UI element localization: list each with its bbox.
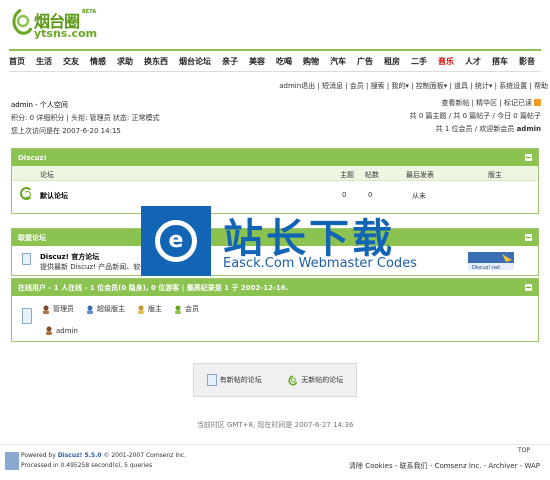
group-legend: 管理员 超级版主 版主 会员 <box>42 304 199 314</box>
nav-item[interactable]: 亲子 <box>222 56 238 67</box>
category-title: Discuz! <box>18 153 47 162</box>
rss-icon[interactable] <box>534 99 541 106</box>
logo-english: ytsns.com <box>34 27 98 40</box>
user-info: admin - 个人空间 积分: 0 详细积分 | 头衔: 管理员 状态: 正常… <box>11 99 311 138</box>
col-moderator: 版主 <box>488 171 502 179</box>
user-credits: 积分: 0 详细积分 | 头衔: 管理员 状态: 正常模式 <box>11 114 160 122</box>
online-title: 在线用户 - 1 人在线 - 1 位会员(0 隐身), 0 位游客 | 最高纪录… <box>18 283 289 292</box>
forum-icon-legend: 有新帖的论坛 无新帖的论坛 <box>193 363 357 397</box>
forum-status-icon <box>20 187 33 200</box>
post-stats: 共 0 篇主题 / 共 0 篇帖子 / 今日 0 篇帖子 <box>409 112 541 120</box>
col-forum: 论坛 <box>40 171 54 179</box>
new-member-link[interactable]: admin <box>517 125 541 133</box>
online-header[interactable]: 在线用户 - 1 人在线 - 1 位会员(0 隐身), 0 位游客 | 最高纪录… <box>12 279 538 296</box>
forum-name-link[interactable]: 默认论坛 <box>40 191 68 201</box>
partner-forum-link[interactable]: Discuz! 官方论坛 <box>40 252 99 262</box>
nav-item[interactable]: 美容 <box>249 56 265 67</box>
main-nav: 首页 生活 交友 情感 求助 换东西 烟台论坛 亲子 美容 吃喝 购物 汽车 广告 租房 二手 音乐 人才 搭车影… <box>9 49 541 72</box>
legend-member: 会员 <box>185 305 199 313</box>
footer-links[interactable]: 清除 Cookies - 联系我们 - Comsenz Inc. - Archi… <box>349 461 540 471</box>
nav-item[interactable]: 人才 <box>465 56 481 67</box>
online-username[interactable]: admin <box>56 327 78 335</box>
site-logo[interactable]: 烟台圈 BETA ytsns.com <box>8 6 108 40</box>
collapse-icon[interactable] <box>525 154 532 161</box>
col-last-post: 最后发表 <box>406 171 434 179</box>
discuz-link[interactable]: Discuz! 5.5.0 <box>58 452 102 459</box>
member-stats: 共 1 位会员 / 欢迎新会员 admin <box>435 125 541 133</box>
nav-item[interactable]: 租房 <box>384 56 400 67</box>
forum-last-post: 从未 <box>412 192 426 200</box>
no-new-posts-icon <box>288 374 298 385</box>
table-header: 论坛 主题 帖数 最后发表 版主 <box>12 166 538 181</box>
forum-topics: 0 <box>342 191 347 199</box>
document-icon <box>22 253 31 265</box>
super-mod-user-icon <box>87 305 93 314</box>
page-footer: Powered by Discuz! 5.5.0 © 2001-2007 Com… <box>0 444 550 480</box>
nav-item[interactable]: 二手 <box>411 56 427 67</box>
nav-item[interactable]: 音乐 <box>438 56 454 67</box>
admin-user-icon <box>46 326 52 335</box>
nav-item[interactable]: 首页 <box>9 56 25 67</box>
back-to-top[interactable]: TOP <box>518 447 530 454</box>
admin-user-icon <box>43 305 49 314</box>
legend-super-mod: 超级版主 <box>97 305 125 313</box>
nav-item[interactable]: 交友 <box>63 56 79 67</box>
svg-text:Discuz!.net: Discuz!.net <box>472 265 500 270</box>
processed-info: Processed in 0.495258 second(s), 5 queri… <box>21 462 153 469</box>
logo-beta: BETA <box>82 9 97 15</box>
col-topics: 主题 <box>340 171 354 179</box>
category-header[interactable]: Discuz! <box>12 149 538 166</box>
quick-links[interactable]: 查看新帖 | 精华区 | 标记已读 <box>410 97 541 110</box>
legend-mod: 版主 <box>148 305 162 313</box>
online-users: 在线用户 - 1 人在线 - 1 位会员(0 隐身), 0 位游客 | 最高纪录… <box>11 278 539 342</box>
watermark-logo-icon: e <box>141 206 211 276</box>
col-posts: 帖数 <box>365 171 379 179</box>
nav-item[interactable]: 广告 <box>357 56 373 67</box>
legend-new: 有新帖的论坛 <box>219 376 262 384</box>
discuz-badge-icon[interactable] <box>5 452 19 470</box>
nav-item[interactable]: 情感 <box>90 56 106 67</box>
nav-item[interactable]: 搭车 <box>492 56 508 67</box>
discuz-net-banner[interactable]: Discuz!.net <box>468 252 514 270</box>
new-posts-icon <box>206 374 217 386</box>
partner-forum-desc: 提供最新 Discuz! 产品新闻、软件 <box>40 263 148 271</box>
collapse-icon[interactable] <box>525 234 532 241</box>
online-list-icon <box>22 308 32 324</box>
nav-item[interactable]: 求助 <box>117 56 133 67</box>
legend-no-new: 无新帖的论坛 <box>301 376 344 384</box>
watermark: e 站长下载 Easck.Com Webmaster Codes <box>141 206 417 276</box>
category-title: 联盟论坛 <box>18 233 46 242</box>
mod-user-icon <box>138 305 144 314</box>
forum-category-discuz: Discuz! 论坛 主题 帖数 最后发表 版主 默认论坛 0 0 从未 <box>11 148 539 214</box>
time-info: 当前时区 GMT+8, 现在时间是 2007-6-27 14:36 <box>196 421 354 429</box>
table-row: 默认论坛 0 0 从未 <box>12 181 538 207</box>
nav-item[interactable]: 购物 <box>303 56 319 67</box>
footer-credits: Powered by Discuz! 5.5.0 © 2001-2007 Com… <box>21 452 187 469</box>
nav-item[interactable]: 换东西 <box>144 56 168 67</box>
last-visit: 您上次访问是在 2007-6-20 14:15 <box>11 127 121 135</box>
collapse-icon[interactable] <box>525 284 532 291</box>
member-user-icon <box>175 305 181 314</box>
watermark-subtitle: Easck.Com Webmaster Codes <box>223 256 417 271</box>
nav-item[interactable]: 汽车 <box>330 56 346 67</box>
online-user-item[interactable]: admin <box>45 326 78 335</box>
legend-admin: 管理员 <box>53 305 74 313</box>
user-space-title[interactable]: admin - 个人空间 <box>11 99 311 112</box>
forum-stats: 查看新帖 | 精华区 | 标记已读 共 0 篇主题 / 共 0 篇帖子 / 今日… <box>410 97 541 136</box>
nav-item[interactable]: 影音 <box>519 56 535 67</box>
nav-item[interactable]: 生活 <box>36 56 52 67</box>
nav-item[interactable]: 吃喝 <box>276 56 292 67</box>
forum-posts: 0 <box>368 191 373 199</box>
nav-item[interactable]: 烟台论坛 <box>179 56 211 67</box>
logo-mark-icon <box>12 8 33 35</box>
user-toolbar[interactable]: admin退出 | 短消息 | 会员 | 搜索 | 我的▾ | 控制面板▾ | … <box>279 81 548 91</box>
